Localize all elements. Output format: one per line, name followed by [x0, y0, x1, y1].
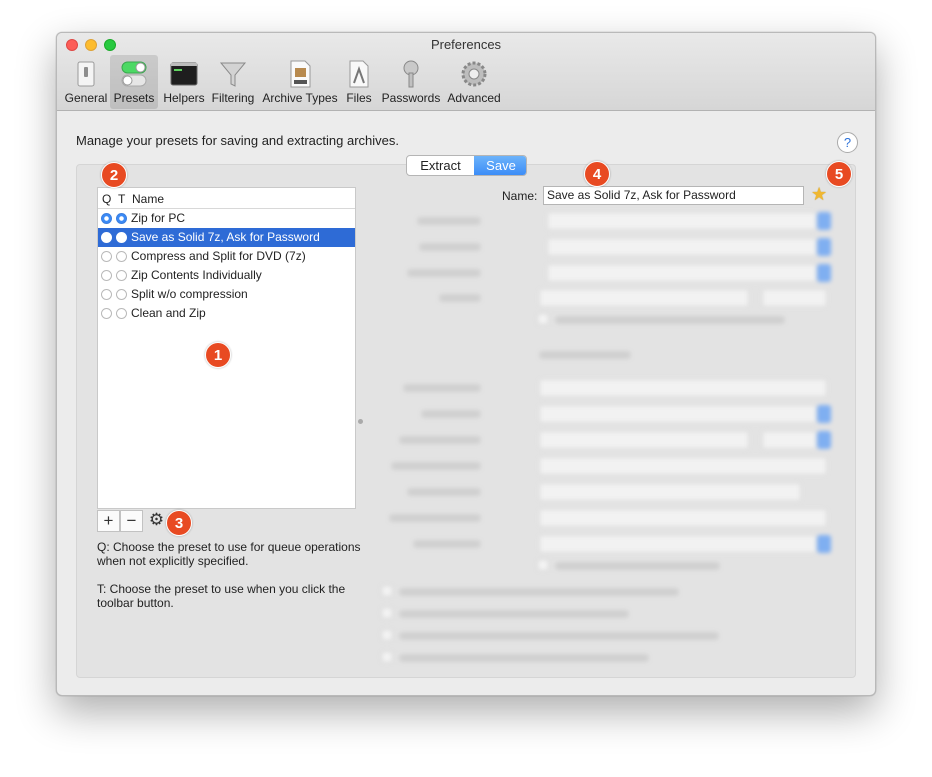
preset-actions-gear-icon[interactable]: ⚙	[145, 510, 168, 532]
callout-badge: 2	[101, 162, 127, 188]
file-icon	[349, 60, 369, 88]
preset-row[interactable]: Clean and Zip	[98, 304, 355, 323]
preset-list-header: Q T Name	[98, 188, 355, 209]
add-preset-button[interactable]: +	[97, 510, 120, 532]
toggles-icon	[121, 61, 147, 87]
window-title: Preferences	[430, 37, 502, 52]
toolbar-archive-types[interactable]: Archive Types	[260, 55, 340, 109]
queue-radio[interactable]	[101, 213, 112, 224]
queue-radio[interactable]	[101, 308, 112, 319]
toolbar-radio[interactable]	[116, 289, 127, 300]
toolbar-explanation: T: Choose the preset to use when you cli…	[97, 582, 346, 610]
callout-badge: 1	[205, 342, 231, 368]
toolbar-filtering[interactable]: Filtering	[209, 55, 257, 109]
split-view-handle[interactable]	[358, 419, 363, 424]
preset-list-buttons: + − ⚙	[97, 510, 356, 532]
toolbar-helpers-label: Helpers	[163, 91, 205, 105]
preset-row[interactable]: Split w/o compression	[98, 285, 355, 304]
intro-text: Manage your presets for saving and extra…	[76, 133, 400, 148]
column-header-name[interactable]: Name	[132, 192, 164, 206]
column-header-t[interactable]: T	[118, 192, 125, 206]
preset-row[interactable]: Zip Contents Individually	[98, 266, 355, 285]
name-label: Name:	[502, 189, 538, 203]
queue-radio[interactable]	[101, 251, 112, 262]
toolbar-passwords-label: Passwords	[381, 91, 441, 105]
toolbar-radio[interactable]	[116, 308, 127, 319]
callout-badge: 3	[166, 510, 192, 536]
tab-save[interactable]: Save	[474, 156, 526, 175]
archive-icon	[290, 60, 311, 88]
toolbar-filtering-label: Filtering	[211, 91, 255, 105]
preset-name: Zip for PC	[131, 211, 186, 225]
toolbar-radio[interactable]	[116, 213, 127, 224]
toolbar-radio[interactable]	[116, 251, 127, 262]
terminal-icon	[170, 62, 198, 86]
remove-preset-button[interactable]: −	[120, 510, 143, 532]
column-header-q[interactable]: Q	[102, 192, 111, 206]
preset-name: Clean and Zip	[131, 306, 206, 320]
preset-name-field[interactable]: Save as Solid 7z, Ask for Password	[543, 186, 804, 205]
toolbar-general[interactable]: General	[64, 55, 108, 109]
toolbar-radio[interactable]	[116, 270, 127, 281]
toolbar-files[interactable]: Files	[341, 55, 377, 109]
queue-radio[interactable]	[101, 270, 112, 281]
toolbar-advanced-label: Advanced	[447, 91, 501, 105]
preset-name: Zip Contents Individually	[131, 268, 262, 282]
preset-row[interactable]: Compress and Split for DVD (7z)	[98, 247, 355, 266]
toolbar-files-label: Files	[346, 91, 372, 105]
switch-icon	[77, 61, 95, 87]
preset-name: Split w/o compression	[131, 287, 248, 301]
title-bar: Preferences General Presets Helpers Filt…	[57, 33, 875, 111]
toolbar-passwords[interactable]: Passwords	[379, 55, 443, 109]
preset-name: Save as Solid 7z, Ask for Password	[131, 230, 320, 244]
callout-badge: 4	[584, 161, 610, 187]
blurred-preset-options	[377, 207, 837, 667]
toolbar-general-label: General	[64, 91, 108, 105]
queue-explanation: Q: Choose the preset to use for queue op…	[97, 540, 361, 568]
gear-icon	[461, 61, 487, 87]
toolbar-presets-label: Presets	[113, 91, 155, 105]
toolbar-presets[interactable]: Presets	[110, 55, 158, 109]
preset-name: Compress and Split for DVD (7z)	[131, 249, 306, 263]
queue-radio[interactable]	[101, 232, 112, 243]
toolbar-helpers[interactable]: Helpers	[160, 55, 208, 109]
presets-pane: Manage your presets for saving and extra…	[57, 112, 875, 695]
mode-segmented-control: Extract Save	[406, 155, 527, 176]
help-button[interactable]: ?	[837, 132, 858, 153]
callout-badge: 5	[826, 161, 852, 187]
key-icon	[403, 60, 419, 88]
toolbar-advanced[interactable]: Advanced	[445, 55, 503, 109]
preset-row[interactable]: Save as Solid 7z, Ask for Password	[98, 228, 355, 247]
preferences-window: Preferences General Presets Helpers Filt…	[56, 32, 876, 696]
funnel-icon	[219, 62, 247, 87]
preset-row[interactable]: Zip for PC	[98, 209, 355, 228]
tab-extract[interactable]: Extract	[407, 156, 474, 175]
toolbar-archive-types-label: Archive Types	[262, 91, 338, 105]
favorite-star-icon[interactable]: ★	[811, 184, 827, 205]
toolbar-radio[interactable]	[116, 232, 127, 243]
queue-radio[interactable]	[101, 289, 112, 300]
